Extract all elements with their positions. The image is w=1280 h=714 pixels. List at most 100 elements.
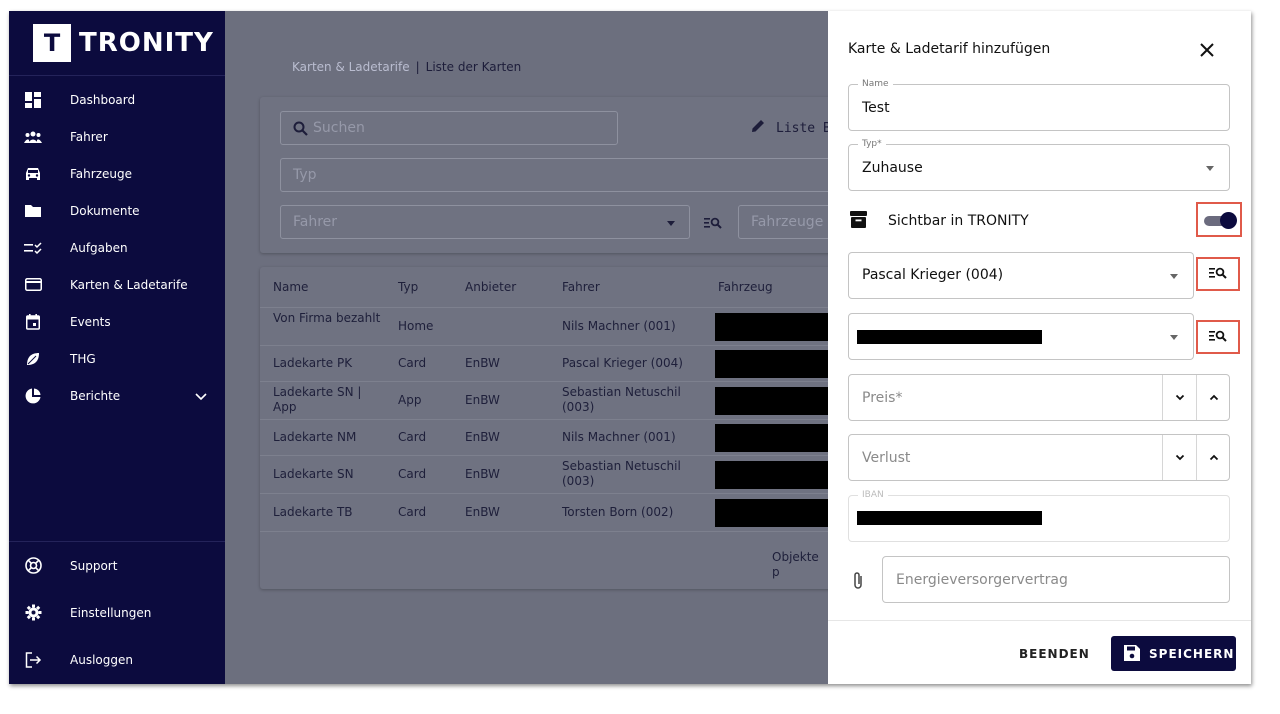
sidebar-item-label: Support	[70, 558, 118, 573]
increment-button[interactable]	[1197, 435, 1230, 480]
sidebar-item-events[interactable]: Events	[9, 303, 225, 340]
row-driver: Sebastian Netuschil (003)	[562, 459, 681, 488]
row-provider: EnBW	[465, 430, 500, 444]
pie-chart-icon	[24, 387, 42, 405]
row-driver: Nils Machner (001)	[562, 430, 676, 444]
sidebar-item-ausloggen[interactable]: Ausloggen	[9, 641, 225, 678]
save-button-label: SPEICHERN	[1149, 647, 1235, 661]
table-row[interactable]: Ladekarte TB Card EnBW Torsten Born (002…	[260, 493, 830, 531]
row-name: Ladekarte SN	[273, 467, 354, 481]
caret-down-icon	[1170, 335, 1178, 340]
driver-filter-select[interactable]: Fahrer	[280, 205, 690, 239]
column-header-name[interactable]: Name	[273, 280, 308, 295]
table-row[interactable]: Ladekarte SN Card EnBW Sebastian Netusch…	[260, 455, 830, 493]
sidebar-item-fahrzeuge[interactable]: Fahrzeuge	[9, 155, 225, 192]
sidebar-item-dashboard[interactable]: Dashboard	[9, 81, 225, 118]
sidebar-item-label: Fahrer	[70, 129, 108, 144]
people-icon	[24, 128, 42, 146]
iban-label: IBAN	[858, 489, 888, 501]
row-type: Card	[398, 505, 427, 519]
column-header-provider[interactable]: Anbieter	[465, 280, 516, 295]
sidebar-item-berichte[interactable]: Berichte	[9, 377, 225, 414]
row-type: Card	[398, 467, 427, 481]
redacted-vehicle	[715, 424, 830, 452]
sidebar-item-label: Ausloggen	[70, 652, 133, 667]
logo-letter: T	[43, 29, 61, 57]
contract-placeholder: Energieversorgervertrag	[896, 572, 1068, 588]
type-filter-input[interactable]: Typ	[280, 158, 880, 192]
toggle-thumb	[1220, 212, 1237, 229]
row-provider: EnBW	[465, 356, 500, 370]
driver-select-value: Pascal Krieger (004)	[862, 267, 1004, 283]
edit-list-button[interactable]: Liste Be	[750, 118, 839, 138]
sidebar-item-support[interactable]: Support	[9, 547, 225, 584]
chevron-up-icon	[1209, 454, 1218, 461]
decrement-button[interactable]	[1163, 435, 1196, 480]
table-footer: Objekte p	[260, 531, 830, 589]
save-button[interactable]: SPEICHERN	[1111, 636, 1236, 671]
breadcrumb: Karten & Ladetarife | Liste der Karten	[292, 60, 521, 74]
redacted-vehicle	[715, 461, 830, 489]
save-icon	[1124, 645, 1140, 665]
redacted-vehicle	[715, 499, 830, 527]
visibility-toggle[interactable]	[1196, 202, 1242, 237]
car-icon	[24, 165, 42, 183]
column-header-type[interactable]: Typ	[398, 280, 418, 295]
type-select-label: Typ*	[858, 138, 886, 150]
increment-button[interactable]	[1197, 375, 1230, 420]
price-input[interactable]: Preis*	[848, 374, 1230, 421]
sidebar-item-aufgaben[interactable]: Aufgaben	[9, 229, 225, 266]
sidebar-item-thg[interactable]: THG	[9, 340, 225, 377]
vehicle-select[interactable]	[848, 313, 1194, 360]
sidebar-item-label: Aufgaben	[70, 240, 128, 255]
breadcrumb-separator: |	[415, 60, 420, 74]
caret-down-icon	[667, 221, 675, 226]
logo[interactable]: T TRONITY	[33, 23, 214, 63]
type-select-value: Zuhause	[862, 160, 923, 176]
redacted-vehicle	[715, 313, 830, 341]
type-select[interactable]: Typ* Zuhause	[848, 138, 1230, 191]
search-placeholder: Suchen	[313, 120, 365, 136]
caret-down-icon	[1170, 274, 1178, 279]
pencil-icon	[750, 118, 766, 138]
contract-upload-input[interactable]: Energieversorgervertrag	[882, 556, 1230, 603]
loss-input[interactable]: Verlust	[848, 434, 1230, 481]
close-icon[interactable]	[1200, 42, 1216, 58]
advanced-search-icon[interactable]	[704, 215, 722, 234]
search-input[interactable]: Suchen	[280, 111, 618, 145]
table-row[interactable]: Ladekarte NM Card EnBW Nils Machner (001…	[260, 419, 830, 455]
redacted-vehicle	[715, 387, 830, 415]
chevron-down-icon[interactable]	[193, 388, 209, 404]
cancel-button[interactable]: BEENDEN	[1019, 647, 1090, 661]
loss-placeholder: Verlust	[862, 450, 911, 466]
row-driver: Pascal Krieger (004)	[562, 356, 683, 370]
sidebar-item-label: Fahrzeuge	[70, 166, 132, 181]
visibility-label: Sichtbar in TRONITY	[888, 213, 1029, 229]
row-name: Ladekarte NM	[273, 430, 357, 444]
sidebar-item-karten[interactable]: Karten & Ladetarife	[9, 266, 225, 303]
decrement-button[interactable]	[1163, 375, 1196, 420]
vehicle-search-button[interactable]	[1196, 320, 1240, 354]
chevron-down-icon	[1175, 394, 1184, 401]
name-field-label: Name	[858, 78, 893, 90]
table-row[interactable]: Ladekarte SN | App App EnBW Sebastian Ne…	[260, 381, 830, 419]
name-field[interactable]: Name Test	[848, 78, 1230, 131]
gear-icon	[24, 604, 42, 622]
column-header-vehicle[interactable]: Fahrzeug	[718, 280, 773, 295]
table-row[interactable]: Von Firma bezahlt Home Nils Machner (001…	[260, 307, 830, 345]
advanced-search-icon	[1209, 328, 1227, 347]
table-row[interactable]: Ladekarte PK Card EnBW Pascal Krieger (0…	[260, 345, 830, 381]
sidebar-item-fahrer[interactable]: Fahrer	[9, 118, 225, 155]
archive-icon	[850, 211, 867, 232]
panel-title: Karte & Ladetarif hinzufügen	[848, 41, 1051, 57]
logo-mark: T	[33, 24, 71, 62]
driver-search-button[interactable]	[1196, 257, 1240, 291]
sidebar: T TRONITY Dashboard Fahrer Fahrzeuge Dok…	[9, 11, 225, 684]
column-header-driver[interactable]: Fahrer	[562, 280, 600, 295]
breadcrumb-parent[interactable]: Karten & Ladetarife	[292, 60, 410, 74]
sidebar-item-dokumente[interactable]: Dokumente	[9, 192, 225, 229]
panel-footer-divider	[828, 620, 1251, 621]
driver-select[interactable]: Pascal Krieger (004)	[848, 252, 1194, 299]
chevron-up-icon	[1209, 394, 1218, 401]
sidebar-item-einstellungen[interactable]: Einstellungen	[9, 594, 225, 631]
